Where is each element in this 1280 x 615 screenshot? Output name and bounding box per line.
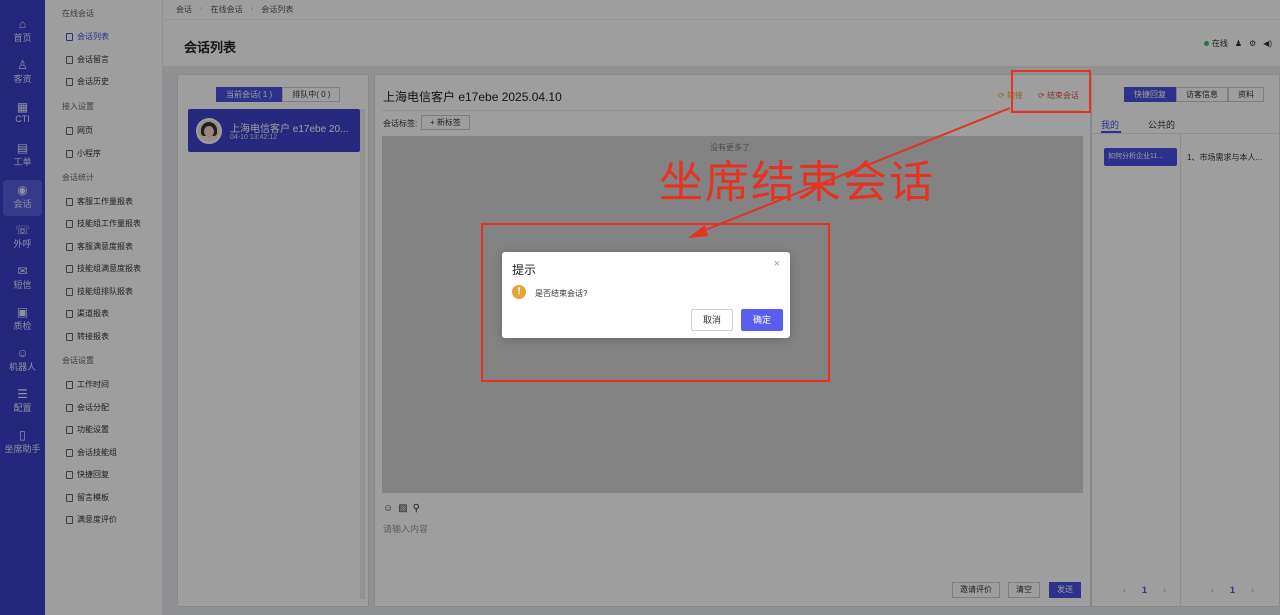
annotation-text: 坐席结束会话 bbox=[659, 157, 935, 208]
highlight-box bbox=[481, 223, 830, 382]
highlight-box bbox=[1011, 70, 1091, 113]
